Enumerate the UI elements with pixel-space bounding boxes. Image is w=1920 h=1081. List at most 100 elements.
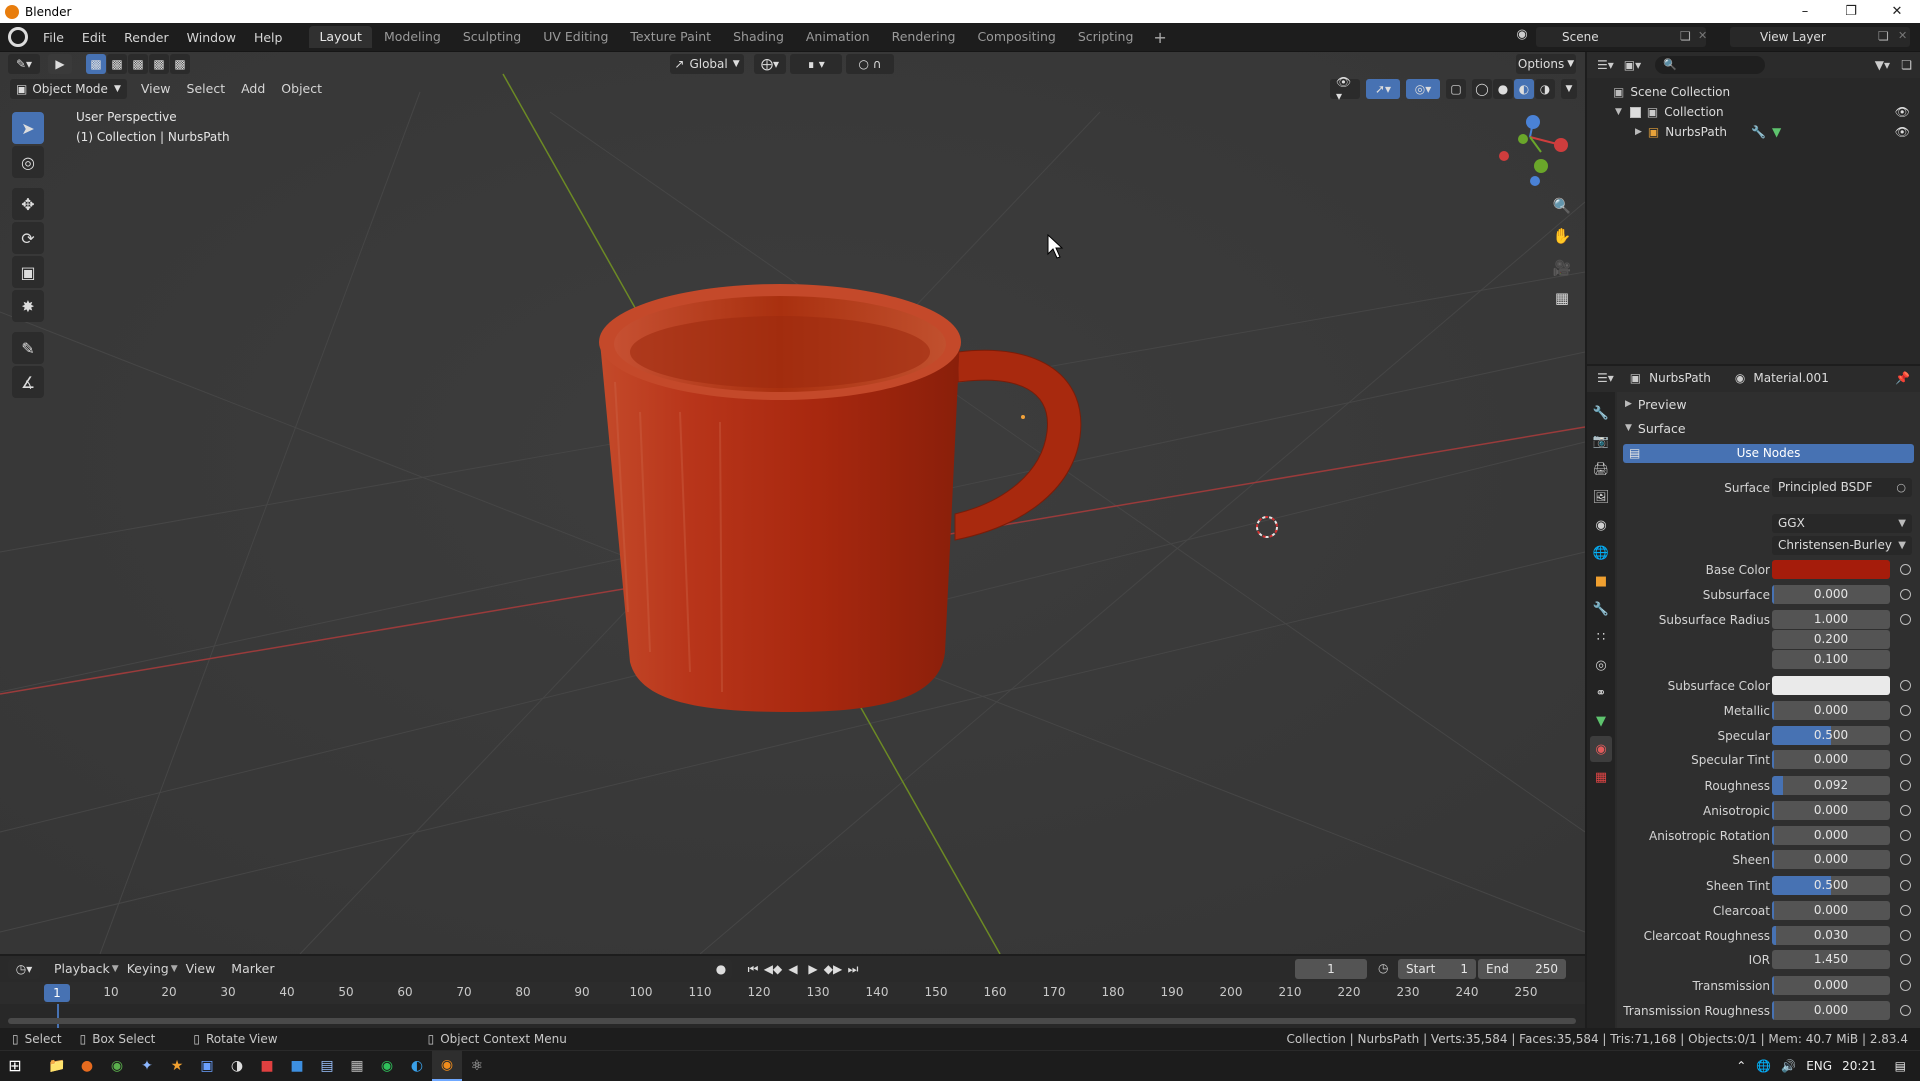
param-value-field[interactable]: 0.030: [1772, 926, 1890, 945]
surface-panel-header[interactable]: ▼ Surface: [1617, 416, 1920, 440]
param-value-field[interactable]: 0.092: [1772, 776, 1890, 795]
menu-timeline-view[interactable]: View: [178, 956, 224, 982]
app-icon-6[interactable]: ▣: [192, 1051, 222, 1081]
param-value-field[interactable]: [1772, 676, 1890, 695]
notifications-icon[interactable]: ▤: [1895, 1059, 1906, 1073]
options-dropdown[interactable]: Options ▼: [1516, 54, 1576, 74]
param-value-field[interactable]: 1.450: [1772, 950, 1890, 969]
mode-dropdown[interactable]: ▣ Object Mode ▼: [10, 79, 127, 99]
particles-tab-icon[interactable]: ∷: [1590, 624, 1612, 650]
param-value-field[interactable]: 0.000: [1772, 1001, 1890, 1020]
select-subtract-icon[interactable]: ▩: [128, 54, 148, 74]
output-tab-icon[interactable]: 🖨: [1590, 456, 1612, 482]
select-box-tool-icon[interactable]: ➤: [12, 112, 44, 144]
app-icon-5[interactable]: ★: [162, 1051, 192, 1081]
param-value-field[interactable]: 1.000: [1772, 610, 1890, 629]
eye-icon[interactable]: 👁: [1895, 125, 1910, 139]
tray-chevron-icon[interactable]: ⌃: [1736, 1059, 1746, 1073]
collection-checkbox[interactable]: [1629, 106, 1641, 118]
param-value-field[interactable]: 0.000: [1772, 701, 1890, 720]
app-icon-15[interactable]: ⚛: [462, 1051, 492, 1081]
param-value-field[interactable]: 0.000: [1772, 750, 1890, 769]
new-collection-icon[interactable]: ❏: [1901, 58, 1912, 72]
jump-end-icon[interactable]: ⏭: [844, 959, 862, 979]
param-value-field[interactable]: 0.000: [1772, 850, 1890, 869]
menu-view[interactable]: View: [133, 76, 179, 102]
pivot-point-icon[interactable]: ⨁▾: [754, 54, 786, 74]
tool-tab-icon[interactable]: 🔧: [1590, 400, 1612, 426]
param-value-field[interactable]: 0.000: [1772, 585, 1890, 604]
select-extend-icon[interactable]: ▩: [107, 54, 127, 74]
volume-icon[interactable]: 🔊: [1781, 1059, 1796, 1073]
proportional-editing-icon[interactable]: ○ ∩: [846, 54, 894, 74]
start-frame-field[interactable]: Start 1: [1398, 959, 1476, 979]
tab-rendering[interactable]: Rendering: [882, 26, 966, 48]
menu-help[interactable]: Help: [245, 23, 292, 52]
link-dot-icon[interactable]: [1900, 830, 1911, 841]
menu-file[interactable]: File: [34, 23, 73, 52]
solid-shading-icon[interactable]: ●: [1493, 79, 1513, 99]
curve-data-icon[interactable]: ▼: [1772, 125, 1781, 139]
data-tab-icon[interactable]: ▼: [1590, 708, 1612, 734]
eye-icon[interactable]: 👁: [1895, 105, 1910, 119]
material-tab-icon[interactable]: ◉: [1590, 736, 1612, 762]
delete-view-layer-icon[interactable]: ✕: [1898, 29, 1907, 42]
notepad-icon[interactable]: ▤: [312, 1051, 342, 1081]
xray-toggle-icon[interactable]: ▢: [1446, 79, 1466, 99]
file-explorer-icon[interactable]: 📁: [42, 1051, 72, 1081]
edge-icon[interactable]: ◐: [402, 1051, 432, 1081]
param-value-field[interactable]: 0.500: [1772, 726, 1890, 745]
menu-object[interactable]: Object: [273, 76, 330, 102]
snap-icon[interactable]: ∎ ▾: [790, 54, 842, 74]
use-nodes-button[interactable]: ▤ Use Nodes: [1623, 444, 1914, 463]
link-dot-icon[interactable]: [1900, 980, 1911, 991]
rotate-tool-icon[interactable]: ⟳: [12, 222, 44, 254]
link-dot-icon[interactable]: [1900, 680, 1911, 691]
menu-window[interactable]: Window: [178, 23, 245, 52]
link-dot-icon[interactable]: [1900, 854, 1911, 865]
3d-viewport[interactable]: ✎▾ ▶ ▩ ▩ ▩ ▩ ▩ ↗ Global ▼ ⨁▾ ∎ ▾ ○ ∩ Opt…: [0, 52, 1585, 954]
subsurface-method-dropdown[interactable]: Christensen-Burley ▼: [1772, 536, 1912, 555]
menu-marker[interactable]: Marker: [223, 956, 282, 982]
blender-menu-icon[interactable]: [8, 27, 28, 47]
link-dot-icon[interactable]: [1900, 730, 1911, 741]
end-frame-field[interactable]: End 250: [1478, 959, 1566, 979]
menu-render[interactable]: Render: [115, 23, 178, 52]
modifier-tab-icon[interactable]: 🔧: [1590, 596, 1612, 622]
tab-shading[interactable]: Shading: [723, 26, 794, 48]
menu-keying[interactable]: Keying: [119, 956, 177, 982]
move-tool-icon[interactable]: ✥: [12, 188, 44, 220]
cursor-tool-icon[interactable]: ◎: [12, 146, 44, 178]
tab-texture-paint[interactable]: Texture Paint: [620, 26, 721, 48]
texture-tab-icon[interactable]: ▦: [1590, 764, 1612, 790]
select-mode-icon[interactable]: ▶: [48, 54, 72, 74]
unreal-icon[interactable]: ◑: [222, 1051, 252, 1081]
rendered-shading-icon[interactable]: ◑: [1535, 79, 1555, 99]
preview-range-icon[interactable]: ◷: [1378, 961, 1388, 975]
select-new-icon[interactable]: ▩: [86, 54, 106, 74]
tab-uv-editing[interactable]: UV Editing: [533, 26, 618, 48]
app-icon-8[interactable]: ■: [252, 1051, 282, 1081]
link-dot-icon[interactable]: [1900, 614, 1911, 625]
expand-triangle-icon[interactable]: ▼: [1615, 107, 1622, 117]
view-layer-tab-icon[interactable]: 🖼: [1590, 484, 1612, 510]
link-dot-icon[interactable]: [1900, 705, 1911, 716]
param-value-field[interactable]: 0.000: [1772, 801, 1890, 820]
minimize-button[interactable]: –: [1782, 0, 1828, 23]
next-keyframe-icon[interactable]: ◆▶: [824, 959, 842, 979]
pin-icon[interactable]: 📌: [1895, 371, 1910, 385]
scene-browse-icon[interactable]: ◉: [1512, 27, 1532, 47]
menu-select[interactable]: Select: [179, 76, 234, 102]
shading-options-icon[interactable]: ▼: [1561, 79, 1577, 99]
outliner-object-row[interactable]: ▶ ▣ NurbsPath 🔧 ▼ 👁: [1587, 122, 1920, 142]
outliner-editor-type-icon[interactable]: ☰▾: [1597, 58, 1614, 72]
new-view-layer-icon[interactable]: ❏: [1878, 29, 1889, 43]
param-value-field[interactable]: 0.000: [1772, 826, 1890, 845]
windows-start-icon[interactable]: ⊞: [0, 1051, 30, 1081]
link-dot-icon[interactable]: [1900, 880, 1911, 891]
camera-view-icon[interactable]: 🎥: [1548, 254, 1576, 282]
close-button[interactable]: ✕: [1874, 0, 1920, 23]
select-intersect-icon[interactable]: ▩: [170, 54, 190, 74]
param-value-field[interactable]: 0.500: [1772, 876, 1890, 895]
timeline-editor-type-icon[interactable]: ◷▾: [8, 959, 40, 979]
